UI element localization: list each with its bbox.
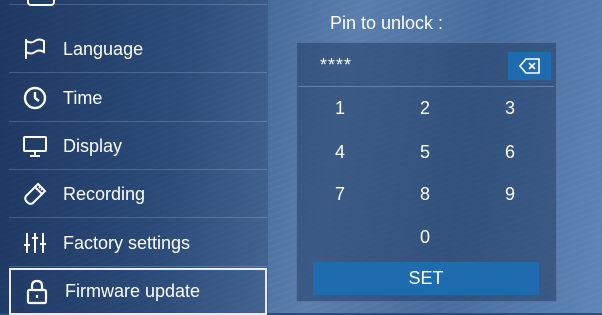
usb-drive-icon <box>21 180 49 208</box>
settings-sidebar: Language Time Display Recording Factory … <box>0 0 268 315</box>
menu-item-label: Recording <box>63 183 146 204</box>
key-5[interactable]: 5 <box>395 135 455 169</box>
backspace-button[interactable] <box>508 52 551 80</box>
set-button[interactable]: SET <box>313 262 539 295</box>
menu-item-recording[interactable]: Recording <box>9 171 267 218</box>
key-9[interactable]: 9 <box>480 177 540 211</box>
key-3[interactable]: 3 <box>480 91 540 125</box>
key-8[interactable]: 8 <box>395 177 455 211</box>
menu-item-label: Display <box>63 135 123 156</box>
clock-icon <box>21 84 49 112</box>
menu-item-firmware-update[interactable]: Firmware update <box>9 268 267 315</box>
pin-value: **** <box>320 55 353 75</box>
menu-item-partial[interactable] <box>9 0 267 6</box>
key-0[interactable]: 0 <box>395 220 455 254</box>
pin-title: Pin to unlock : <box>330 13 444 33</box>
menu-item-factory-settings[interactable]: Factory settings <box>9 220 267 267</box>
key-6[interactable]: 6 <box>480 135 540 169</box>
key-2[interactable]: 2 <box>395 91 455 125</box>
menu-item-label: Language <box>63 38 144 59</box>
key-7[interactable]: 7 <box>310 177 370 211</box>
menu-item-display[interactable]: Display <box>9 123 267 170</box>
menu-item-label: Factory settings <box>63 232 191 253</box>
menu-item-time[interactable]: Time <box>9 75 267 122</box>
menu-item-label: Firmware update <box>65 281 201 301</box>
key-1[interactable]: 1 <box>310 91 370 125</box>
flag-icon <box>21 35 49 63</box>
key-4[interactable]: 4 <box>310 135 370 169</box>
backspace-icon <box>518 58 541 74</box>
sliders-icon <box>21 229 49 257</box>
lock-icon <box>23 278 51 306</box>
menu-item-label: Time <box>63 87 103 108</box>
menu-item-language[interactable]: Language <box>9 26 267 73</box>
monitor-icon <box>21 132 49 160</box>
